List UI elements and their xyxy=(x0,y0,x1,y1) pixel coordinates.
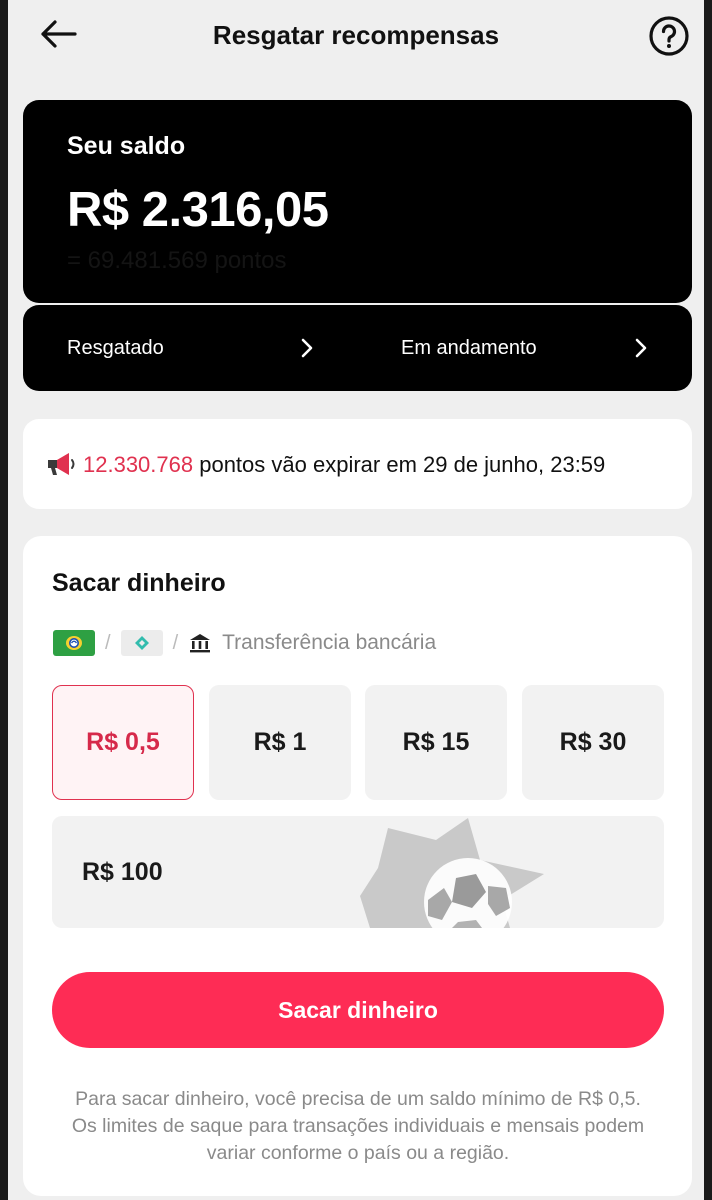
amount-option-100[interactable]: R$ 100 xyxy=(52,816,664,928)
payment-methods: / / Transferência bancária xyxy=(53,629,436,657)
amount-label: R$ 1 xyxy=(253,728,307,756)
expiry-message: pontos vão expirar em 29 de junho, 23:59 xyxy=(193,452,606,477)
amount-label: R$ 0,5 xyxy=(86,728,160,756)
soccer-ball-icon xyxy=(348,816,558,928)
withdraw-note: Para sacar dinheiro, você precisa de um … xyxy=(71,1088,645,1164)
in-progress-link[interactable]: Em andamento xyxy=(401,305,651,391)
bank-icon xyxy=(188,632,212,654)
balance-points: = 69.481.569 pontos xyxy=(67,247,287,274)
amount-option-0-5[interactable]: R$ 0,5 xyxy=(52,685,194,800)
in-progress-label: Em andamento xyxy=(401,336,537,359)
withdraw-section: Sacar dinheiro / / Transferência bancári… xyxy=(23,536,692,1196)
points-expiry-notice: 12.330.768 pontos vão expirar em 29 de j… xyxy=(23,419,692,509)
expiring-points: 12.330.768 xyxy=(83,452,194,477)
balance-value: R$ 2.316,05 xyxy=(67,183,329,237)
balance-card: Seu saldo R$ 2.316,05 = 69.481.569 ponto… xyxy=(23,100,692,303)
expiry-text: 12.330.768 pontos vão expirar em 29 de j… xyxy=(83,452,605,478)
pix-logo-icon xyxy=(53,630,95,656)
top-bar: Resgatar recompensas xyxy=(8,0,704,72)
page-title: Resgatar recompensas xyxy=(212,20,500,50)
help-circle-icon xyxy=(648,16,690,61)
amount-option-15[interactable]: R$ 15 xyxy=(365,685,507,800)
chevron-right-icon xyxy=(301,338,313,363)
diamond-logo-icon xyxy=(120,630,163,656)
redeemed-link[interactable]: Resgatado xyxy=(67,305,317,391)
amount-label: R$ 100 xyxy=(82,858,163,886)
separator: / xyxy=(172,631,179,654)
withdraw-cash-button[interactable]: Sacar dinheiro xyxy=(52,972,664,1048)
balance-label: Seu saldo xyxy=(67,132,186,160)
chevron-right-icon xyxy=(635,338,647,363)
screen-edge-right xyxy=(704,0,712,1200)
separator: / xyxy=(105,631,111,654)
help-button[interactable] xyxy=(648,15,690,57)
bank-transfer-label: Transferência bancária xyxy=(222,631,437,654)
redemption-status-row: Resgatado Em andamento xyxy=(23,305,692,391)
megaphone-icon xyxy=(45,451,77,482)
redeemed-label: Resgatado xyxy=(67,336,164,359)
amount-label: R$ 15 xyxy=(402,728,470,756)
amount-option-30[interactable]: R$ 30 xyxy=(522,685,664,800)
amount-label: R$ 30 xyxy=(559,728,627,756)
withdraw-title: Sacar dinheiro xyxy=(52,569,226,597)
screen-edge-left xyxy=(0,0,8,1200)
amount-option-1[interactable]: R$ 1 xyxy=(209,685,351,800)
